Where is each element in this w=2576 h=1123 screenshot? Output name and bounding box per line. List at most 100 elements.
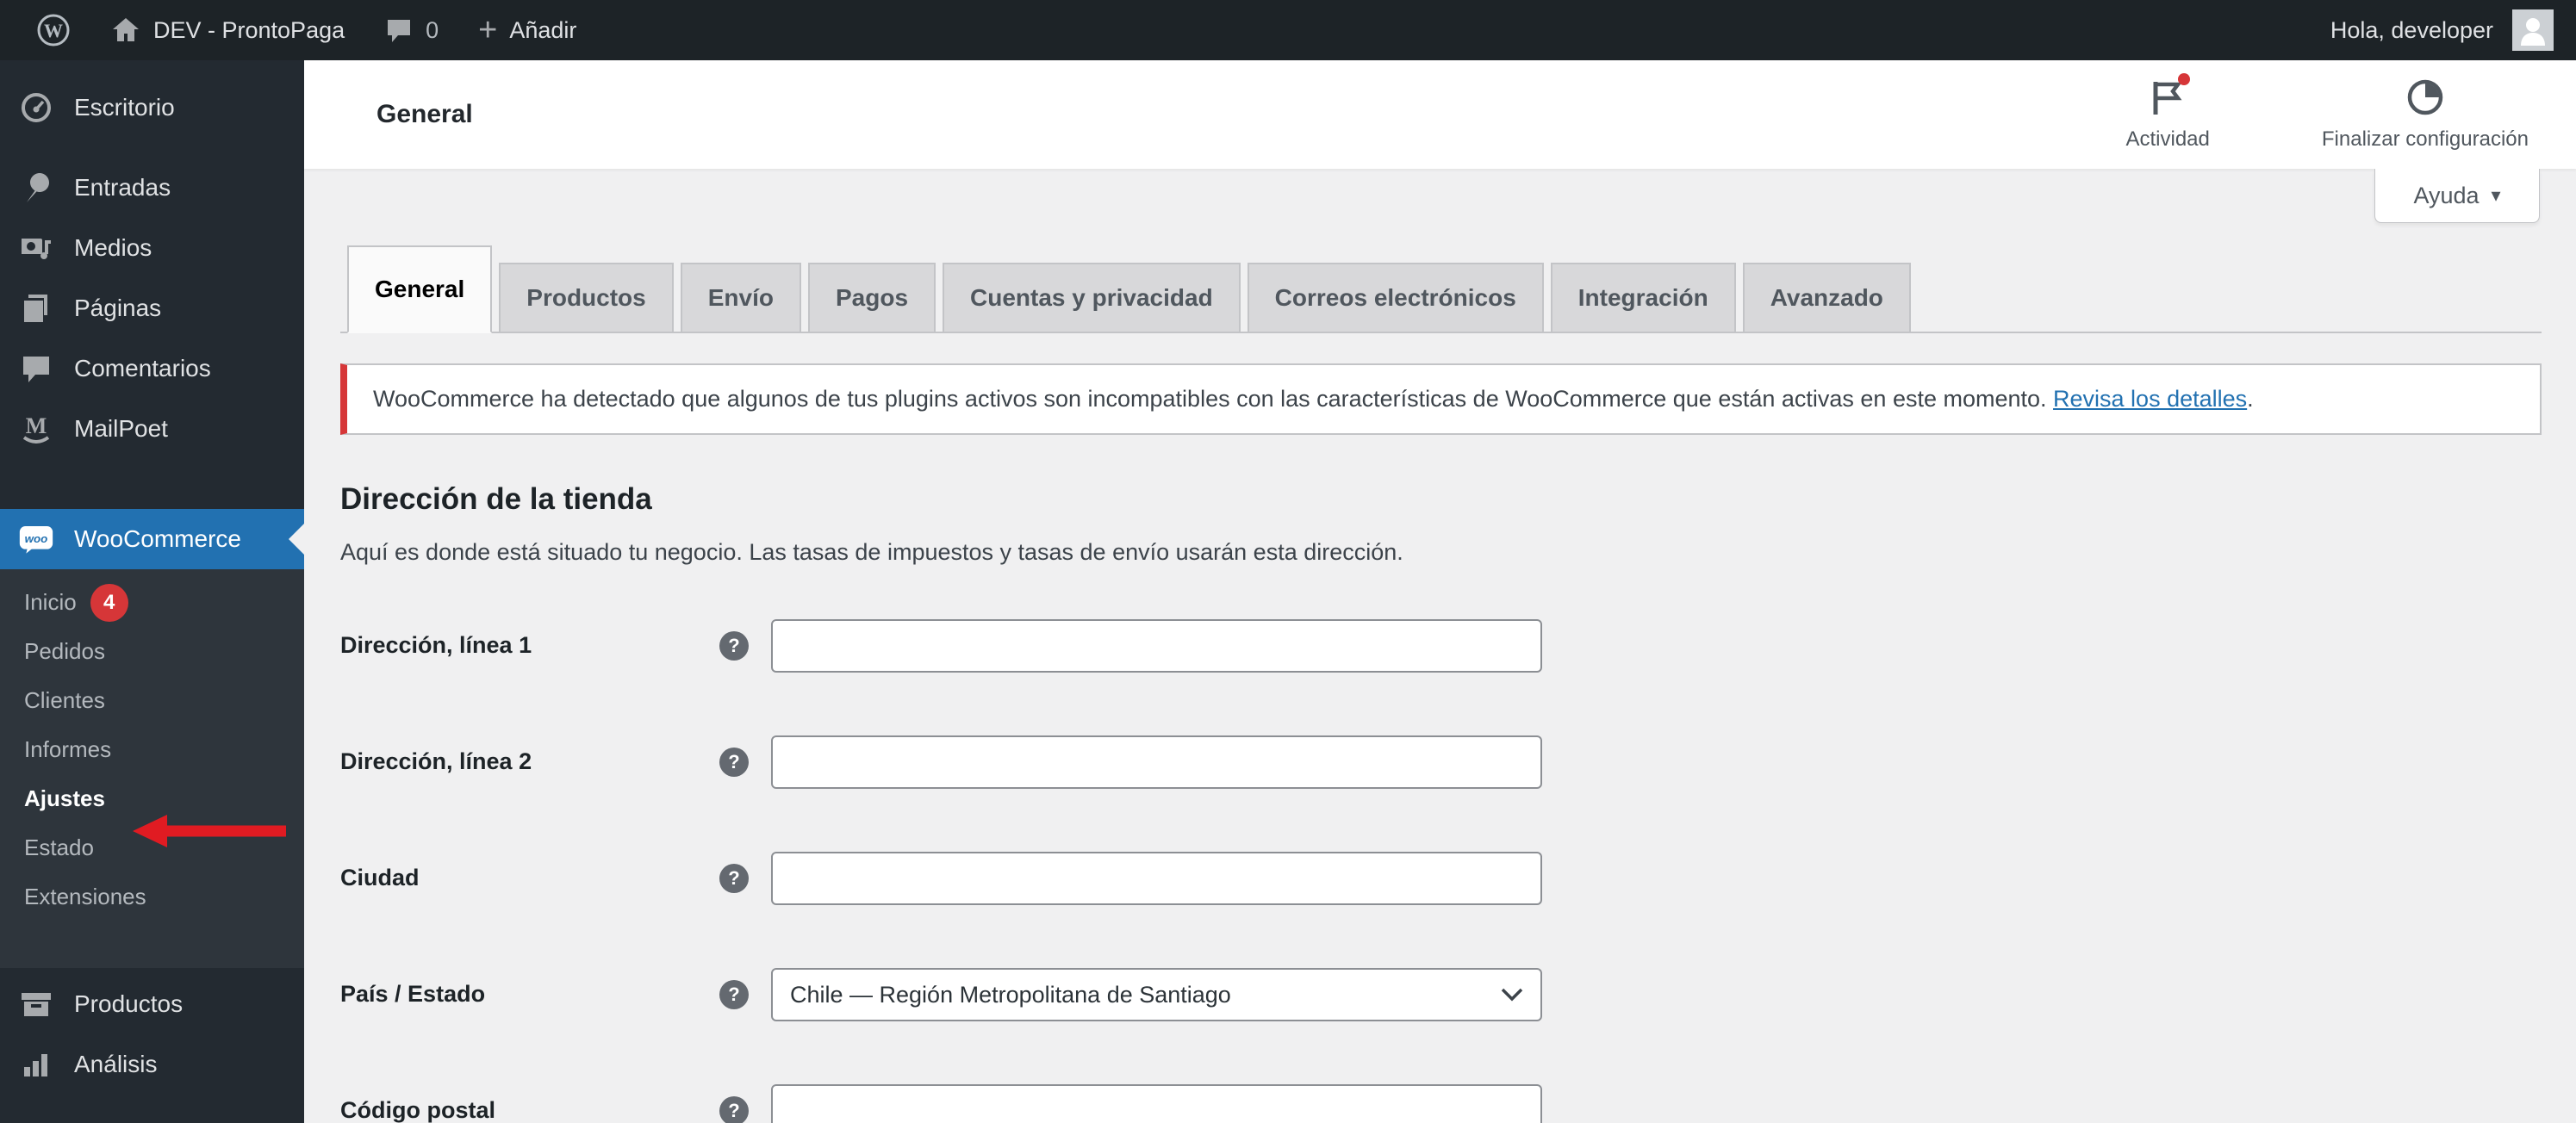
sidebar-bottom-group: Productos Análisis — [0, 974, 304, 1095]
account-greeting[interactable]: Hola, developer — [2330, 17, 2493, 44]
submenu-item-clientes[interactable]: Clientes — [0, 676, 304, 725]
notice-text-period: . — [2247, 386, 2254, 412]
content-header: General Actividad Finalizar configuració… — [304, 60, 2576, 169]
new-content-label: Añadir — [509, 16, 577, 43]
store-address-form: Dirección, línea 1 ? Dirección, línea 2 … — [340, 587, 2542, 1123]
sidebar-item-productos[interactable]: Productos — [0, 974, 304, 1034]
form-row-city: Ciudad ? — [340, 820, 2542, 936]
tab-productos[interactable]: Productos — [499, 263, 674, 332]
settings-page-body: General Productos Envío Pagos Cuentas y … — [304, 169, 2576, 1123]
notification-badge: 4 — [90, 583, 128, 622]
admin-bar-right: Hola, developer — [2330, 9, 2554, 51]
submenu-item-label: Pedidos — [24, 638, 105, 664]
field-label: Dirección, línea 1 — [340, 632, 532, 658]
site-name-label: DEV - ProntoPaga — [153, 16, 345, 43]
submenu-item-inicio[interactable]: Inicio 4 — [0, 578, 304, 627]
plus-icon: + — [478, 12, 498, 48]
admin-bar-left: W DEV - ProntoPaga 0 + Añadir — [22, 0, 590, 60]
dashboard-icon — [19, 91, 53, 124]
section-title: Dirección de la tienda — [340, 482, 652, 516]
field-label: Dirección, línea 2 — [340, 748, 532, 774]
help-tip-icon[interactable]: ? — [719, 863, 749, 893]
submenu-item-pedidos[interactable]: Pedidos — [0, 627, 304, 676]
person-icon — [2521, 18, 2545, 46]
help-tip-icon[interactable]: ? — [719, 979, 749, 1009]
submenu-item-label: Extensiones — [24, 884, 146, 909]
postcode-input[interactable] — [771, 1083, 1542, 1123]
bar-chart-icon — [19, 1048, 53, 1081]
tab-correos-electronicos[interactable]: Correos electrónicos — [1247, 263, 1544, 332]
activity-label: Actividad — [2125, 127, 2210, 151]
comments-count: 0 — [426, 16, 439, 43]
home-icon — [110, 15, 141, 46]
sidebar-item-label: Entradas — [74, 174, 171, 201]
mailpoet-icon: M — [19, 413, 53, 445]
sidebar-item-escritorio[interactable]: Escritorio — [0, 78, 304, 138]
wordpress-menu-button[interactable]: W — [22, 0, 84, 60]
sidebar-item-paginas[interactable]: Páginas — [0, 278, 304, 338]
main-content: General Actividad Finalizar configuració… — [304, 60, 2576, 1123]
finish-setup-button[interactable]: Finalizar configuración — [2322, 78, 2529, 152]
sidebar-item-mailpoet[interactable]: M MailPoet — [0, 399, 304, 459]
form-row-address-line-1: Dirección, línea 1 ? — [340, 587, 2542, 704]
tab-cuentas-y-privacidad[interactable]: Cuentas y privacidad — [943, 263, 1241, 332]
submenu-item-estado[interactable]: Estado — [0, 823, 304, 872]
woocommerce-settings-screen: W DEV - ProntoPaga 0 + Añadir Hola, deve… — [0, 0, 2576, 1123]
media-icon — [19, 232, 53, 264]
sidebar-item-analisis[interactable]: Análisis — [0, 1034, 304, 1095]
sidebar: Escritorio Entradas Medios Páginas Comen… — [0, 60, 304, 1123]
submenu-item-label: Informes — [24, 736, 112, 762]
tab-general[interactable]: General — [347, 245, 493, 333]
sidebar-item-medios[interactable]: Medios — [0, 218, 304, 278]
tab-pagos[interactable]: Pagos — [807, 263, 936, 332]
sidebar-item-label: Comentarios — [74, 355, 211, 382]
sidebar-menu: Escritorio Entradas Medios Páginas Comen… — [0, 60, 304, 1095]
site-name-button[interactable]: DEV - ProntoPaga — [96, 0, 358, 60]
sidebar-item-label: Escritorio — [74, 94, 175, 121]
submenu-item-label: Inicio — [24, 589, 77, 615]
sidebar-item-entradas[interactable]: Entradas — [0, 158, 304, 218]
plugin-incompatibility-notice: WooCommerce ha detectado que algunos de … — [340, 363, 2542, 435]
help-label: Ayuda — [2413, 182, 2480, 208]
woocommerce-submenu: Inicio 4 Pedidos Clientes Informes Ajust… — [0, 569, 304, 968]
comment-icon — [19, 352, 53, 385]
page-title: General — [376, 100, 473, 128]
tab-integracion[interactable]: Integración — [1550, 263, 1736, 332]
help-dropdown-button[interactable]: Ayuda ▾ — [2374, 169, 2540, 223]
activity-button[interactable]: Actividad — [2125, 72, 2210, 152]
submenu-item-label: Clientes — [24, 687, 105, 713]
pin-icon — [19, 171, 53, 204]
submenu-item-ajustes[interactable]: Ajustes — [0, 774, 304, 823]
notice-text: WooCommerce ha detectado que algunos de … — [373, 386, 2054, 412]
city-input[interactable] — [771, 851, 1542, 905]
avatar[interactable] — [2512, 9, 2554, 51]
woo-glyph: woo — [25, 532, 48, 545]
mailpoet-m-glyph: M — [26, 413, 47, 438]
submenu-item-informes[interactable]: Informes — [0, 725, 304, 774]
help-tip-icon[interactable]: ? — [719, 1095, 749, 1123]
comments-button[interactable]: 0 — [370, 0, 452, 60]
new-content-button[interactable]: + Añadir — [464, 0, 590, 60]
country-select-wrap: Chile — Región Metropolitana de Santiago — [771, 967, 1542, 1021]
header-actions: Actividad Finalizar configuración — [2125, 72, 2529, 152]
chevron-down-icon: ▾ — [2491, 184, 2501, 206]
field-label: Ciudad — [340, 865, 420, 890]
tab-avanzado[interactable]: Avanzado — [1742, 263, 1911, 332]
country-select[interactable]: Chile — Región Metropolitana de Santiago — [771, 967, 1542, 1021]
sidebar-item-label: Páginas — [74, 295, 162, 321]
field-label: Código postal — [340, 1097, 495, 1123]
submenu-item-label: Ajustes — [24, 785, 105, 811]
sidebar-item-comentarios[interactable]: Comentarios — [0, 338, 304, 399]
form-row-country-state: País / Estado ? Chile — Región Metropoli… — [340, 936, 2542, 1052]
activity-alert-dot — [2178, 72, 2191, 85]
sidebar-item-woocommerce[interactable]: woo WooCommerce — [0, 509, 304, 569]
address-line-1-input[interactable] — [771, 618, 1542, 673]
notice-details-link[interactable]: Revisa los detalles — [2053, 386, 2247, 412]
help-tip-icon[interactable]: ? — [719, 747, 749, 777]
help-tip-icon[interactable]: ? — [719, 630, 749, 661]
submenu-item-extensiones[interactable]: Extensiones — [0, 872, 304, 921]
tab-envio[interactable]: Envío — [680, 263, 801, 332]
address-line-2-input[interactable] — [771, 735, 1542, 789]
comments-bubble-icon — [384, 16, 414, 45]
activity-flag-icon — [2150, 72, 2191, 121]
